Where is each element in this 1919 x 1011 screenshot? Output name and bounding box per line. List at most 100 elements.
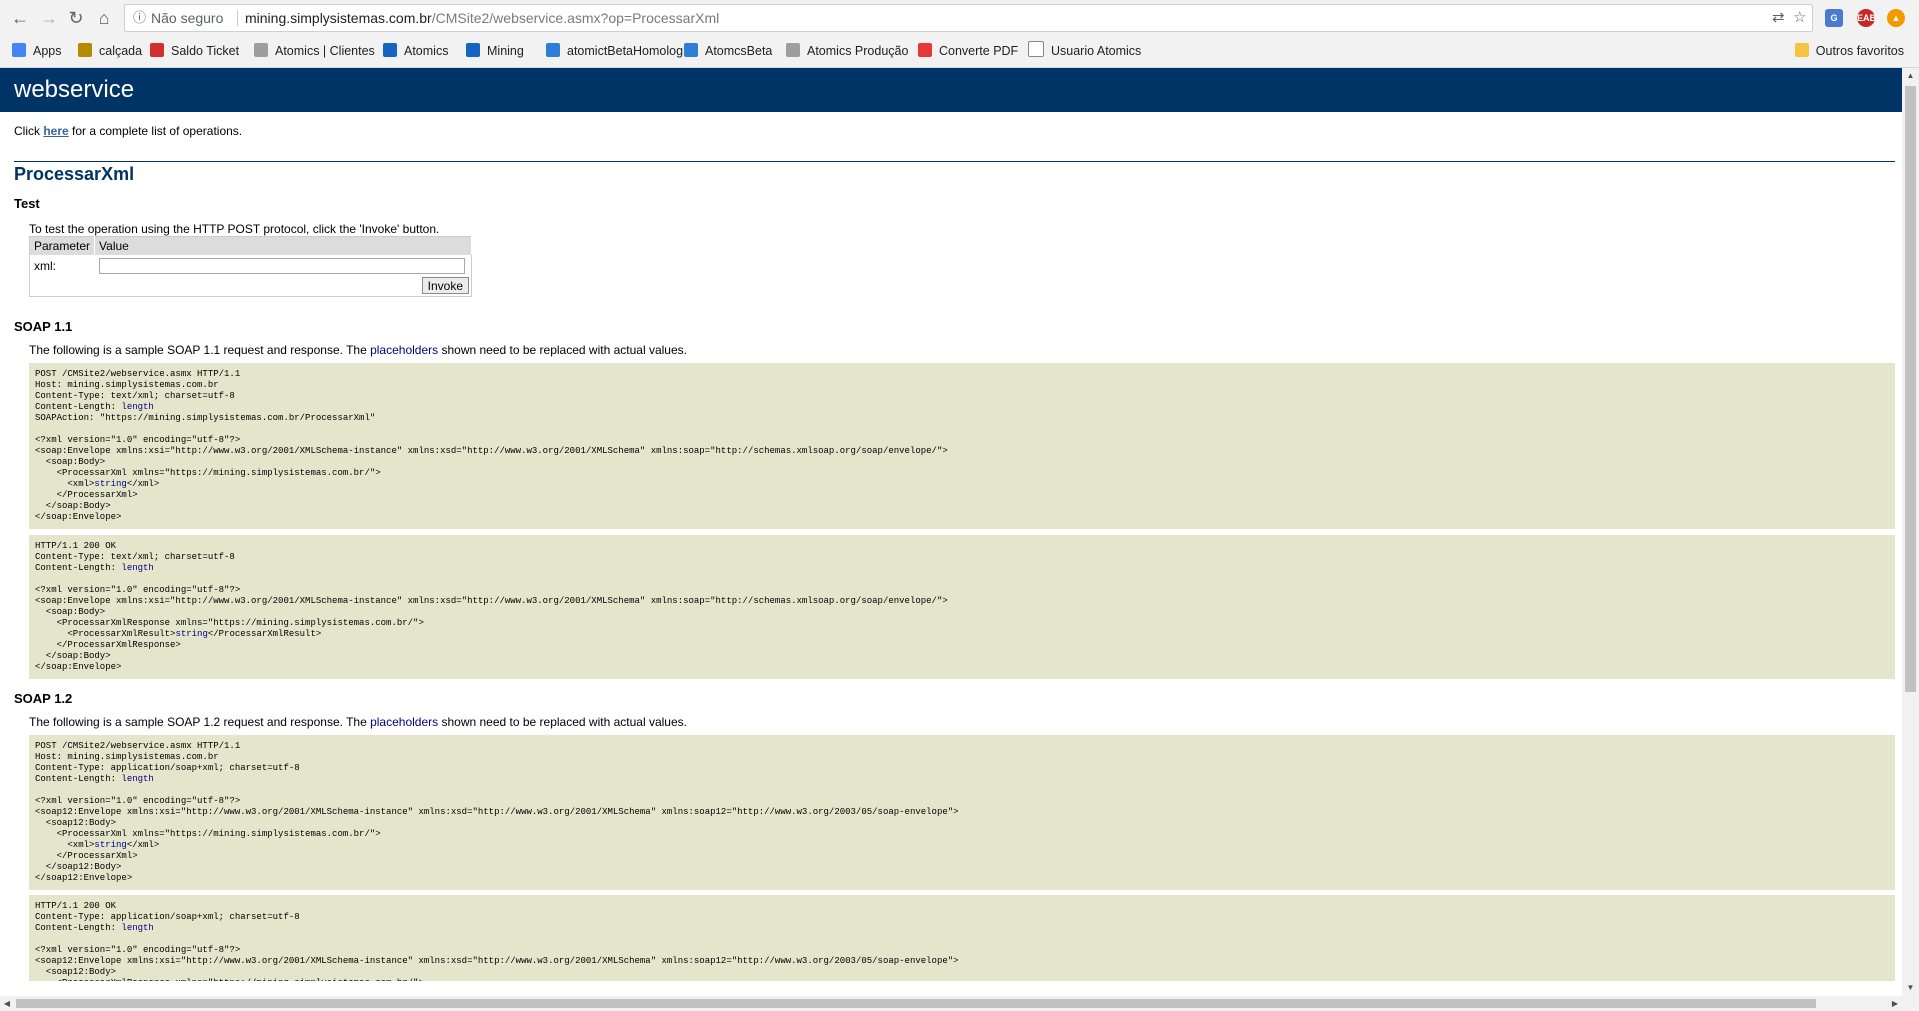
code-text: Content-Length:: [35, 923, 122, 933]
code-text: <ProcessarXml xmlns="https://mining.simp…: [35, 468, 381, 478]
scroll-left-icon[interactable]: ◀: [0, 996, 14, 1011]
code-text: </soap:Envelope>: [35, 662, 122, 672]
bookmark-item[interactable]: atomictBetaHomolog: [546, 36, 683, 68]
code-text: <?xml version="1.0" encoding="utf-8"?>: [35, 435, 241, 445]
bookmark-star-icon[interactable]: ☆: [1793, 5, 1806, 31]
bookmark-label: atomictBetaHomolog: [567, 44, 684, 58]
bookmark-favicon-icon: [12, 43, 26, 57]
bookmark-item[interactable]: Mining: [466, 36, 524, 68]
forward-icon[interactable]: →: [37, 6, 61, 30]
code-text: <soap:Body>: [35, 457, 106, 467]
code-text: Content-Length:: [35, 774, 122, 784]
code-text: SOAPAction: "https://mining.simplysistem…: [35, 413, 376, 423]
vertical-scroll-thumb[interactable]: [1905, 86, 1916, 692]
soap12-description: The following is a sample SOAP 1.2 reque…: [29, 715, 687, 729]
extension-orange-icon[interactable]: ▲: [1887, 9, 1905, 27]
header-divider: [14, 161, 1895, 162]
code-text: Host: mining.simplysistemas.com.br: [35, 752, 219, 762]
extension-translate-icon[interactable]: G: [1825, 9, 1843, 27]
home-icon[interactable]: ⌂: [92, 6, 116, 30]
placeholder-value: length: [121, 923, 154, 933]
code-text: <soap12:Envelope xmlns:xsi="http://www.w…: [35, 956, 959, 966]
bookmark-item[interactable]: Usuario Atomics: [1028, 36, 1141, 68]
value-header: Value: [94, 236, 473, 255]
page-content: webservice Click here for a complete lis…: [0, 68, 1902, 981]
url-path: /CMSite2/webservice.asmx?op=ProcessarXml: [431, 10, 720, 26]
horizontal-scrollbar[interactable]: ◀ ▶: [0, 996, 1919, 1011]
translate-icon[interactable]: ⇄: [1772, 5, 1785, 31]
code-text: </xml>: [126, 479, 160, 489]
bookmark-item[interactable]: AtomcsBeta: [684, 36, 772, 68]
bookmark-label: Saldo Ticket: [171, 44, 240, 58]
code-text: POST /CMSite2/webservice.asmx HTTP/1.1: [35, 741, 241, 751]
code-text: <?xml version="1.0" encoding="utf-8"?>: [35, 585, 241, 595]
vertical-scrollbar[interactable]: ▲ ▼: [1902, 68, 1919, 996]
soap11-placeholders-word: placeholders: [370, 343, 439, 357]
bookmarks-bar: Outros favoritos Apps calçada Saldo Ticket…: [0, 36, 1919, 68]
bookmark-item[interactable]: Apps: [12, 36, 62, 68]
code-text: HTTP/1.1 200 OK: [35, 901, 117, 911]
extension-red-icon[interactable]: EAB: [1857, 9, 1876, 27]
xml-input[interactable]: [98, 258, 465, 274]
url-host: mining.simplysistemas.com.br: [245, 10, 432, 26]
bookmark-item[interactable]: Saldo Ticket: [150, 36, 239, 68]
code-text: <xml>: [35, 840, 95, 850]
code-text: <xml>: [35, 479, 95, 489]
soap11-request-sample: POST /CMSite2/webservice.asmx HTTP/1.1 H…: [29, 363, 1895, 529]
placeholder-value: string: [94, 479, 127, 489]
bookmark-item[interactable]: Atomics | Clientes: [254, 36, 375, 68]
test-description: To test the operation using the HTTP POS…: [29, 222, 440, 236]
code-text: Content-Type: text/xml; charset=utf-8: [35, 552, 235, 562]
code-text: Content-Length:: [35, 563, 122, 573]
code-text: </xml>: [126, 840, 160, 850]
placeholder-value: length: [121, 402, 154, 412]
code-text: Content-Type: application/soap+xml; char…: [35, 763, 300, 773]
reload-icon[interactable]: ↻: [64, 6, 88, 30]
bookmark-favicon-icon: [150, 43, 164, 57]
back-icon[interactable]: ←: [8, 6, 32, 30]
code-text: <ProcessarXmlResult>: [35, 629, 176, 639]
code-text: <?xml version="1.0" encoding="utf-8"?>: [35, 945, 241, 955]
invoke-button[interactable]: Invoke: [421, 277, 470, 294]
horizontal-scroll-thumb[interactable]: [16, 999, 1816, 1008]
soap12-heading: SOAP 1.2: [14, 691, 73, 706]
folder-icon: [1794, 43, 1809, 57]
code-text: HTTP/1.1 200 OK: [35, 541, 117, 551]
soap12-desc-prefix: The following is a sample SOAP 1.2 reque…: [29, 715, 371, 729]
bookmark-label: AtomcsBeta: [705, 44, 773, 58]
bookmark-item[interactable]: calçada: [78, 36, 142, 68]
page-banner: webservice: [0, 68, 1902, 112]
url-text[interactable]: mining.simplysistemas.com.br/CMSite2/web…: [245, 5, 719, 31]
intro-text: Click here for a complete list of operat…: [14, 124, 242, 138]
intro-prefix: Click: [14, 124, 44, 138]
info-icon[interactable]: ⓘ: [133, 5, 146, 31]
bookmark-item[interactable]: Atomics Produção: [786, 36, 908, 68]
bookmark-label: Apps: [33, 44, 62, 58]
test-heading: Test: [14, 196, 40, 211]
scroll-up-icon[interactable]: ▲: [1902, 68, 1919, 84]
browser-toolbar: ← → ↻ ⌂ ⓘ Não seguro mining.simplysistem…: [0, 0, 1919, 36]
address-divider: [237, 10, 238, 26]
bookmark-favicon-icon: [466, 43, 480, 57]
operations-list-link[interactable]: here: [43, 124, 68, 138]
code-text: </soap:Envelope>: [35, 512, 122, 522]
code-text: <soap:Envelope xmlns:xsi="http://www.w3.…: [35, 446, 948, 456]
bookmark-favicon-icon: [546, 43, 560, 57]
bookmark-label: Mining: [487, 44, 524, 58]
bookmark-favicon-icon: [786, 43, 800, 57]
bookmark-item[interactable]: Atomics: [383, 36, 448, 68]
bookmark-favicon-icon: [383, 43, 397, 57]
bookmark-favicon-icon: [254, 43, 268, 57]
address-bar[interactable]: ⓘ Não seguro mining.simplysistemas.com.b…: [124, 4, 1813, 32]
xml-param-label: xml:: [34, 259, 56, 273]
bookmark-item[interactable]: Converte PDF: [918, 36, 1018, 68]
intro-suffix: for a complete list of operations.: [68, 124, 243, 138]
scroll-right-icon[interactable]: ▶: [1888, 996, 1902, 1011]
scroll-down-icon[interactable]: ▼: [1902, 980, 1919, 996]
code-text: </ProcessarXml>: [35, 851, 138, 861]
other-bookmarks[interactable]: Outros favoritos: [1794, 36, 1904, 68]
code-text: <soap12:Envelope xmlns:xsi="http://www.w…: [35, 807, 959, 817]
soap11-desc-prefix: The following is a sample SOAP 1.1 reque…: [29, 343, 371, 357]
other-bookmarks-label: Outros favoritos: [1815, 44, 1904, 58]
bookmark-label: Atomics: [404, 44, 449, 58]
